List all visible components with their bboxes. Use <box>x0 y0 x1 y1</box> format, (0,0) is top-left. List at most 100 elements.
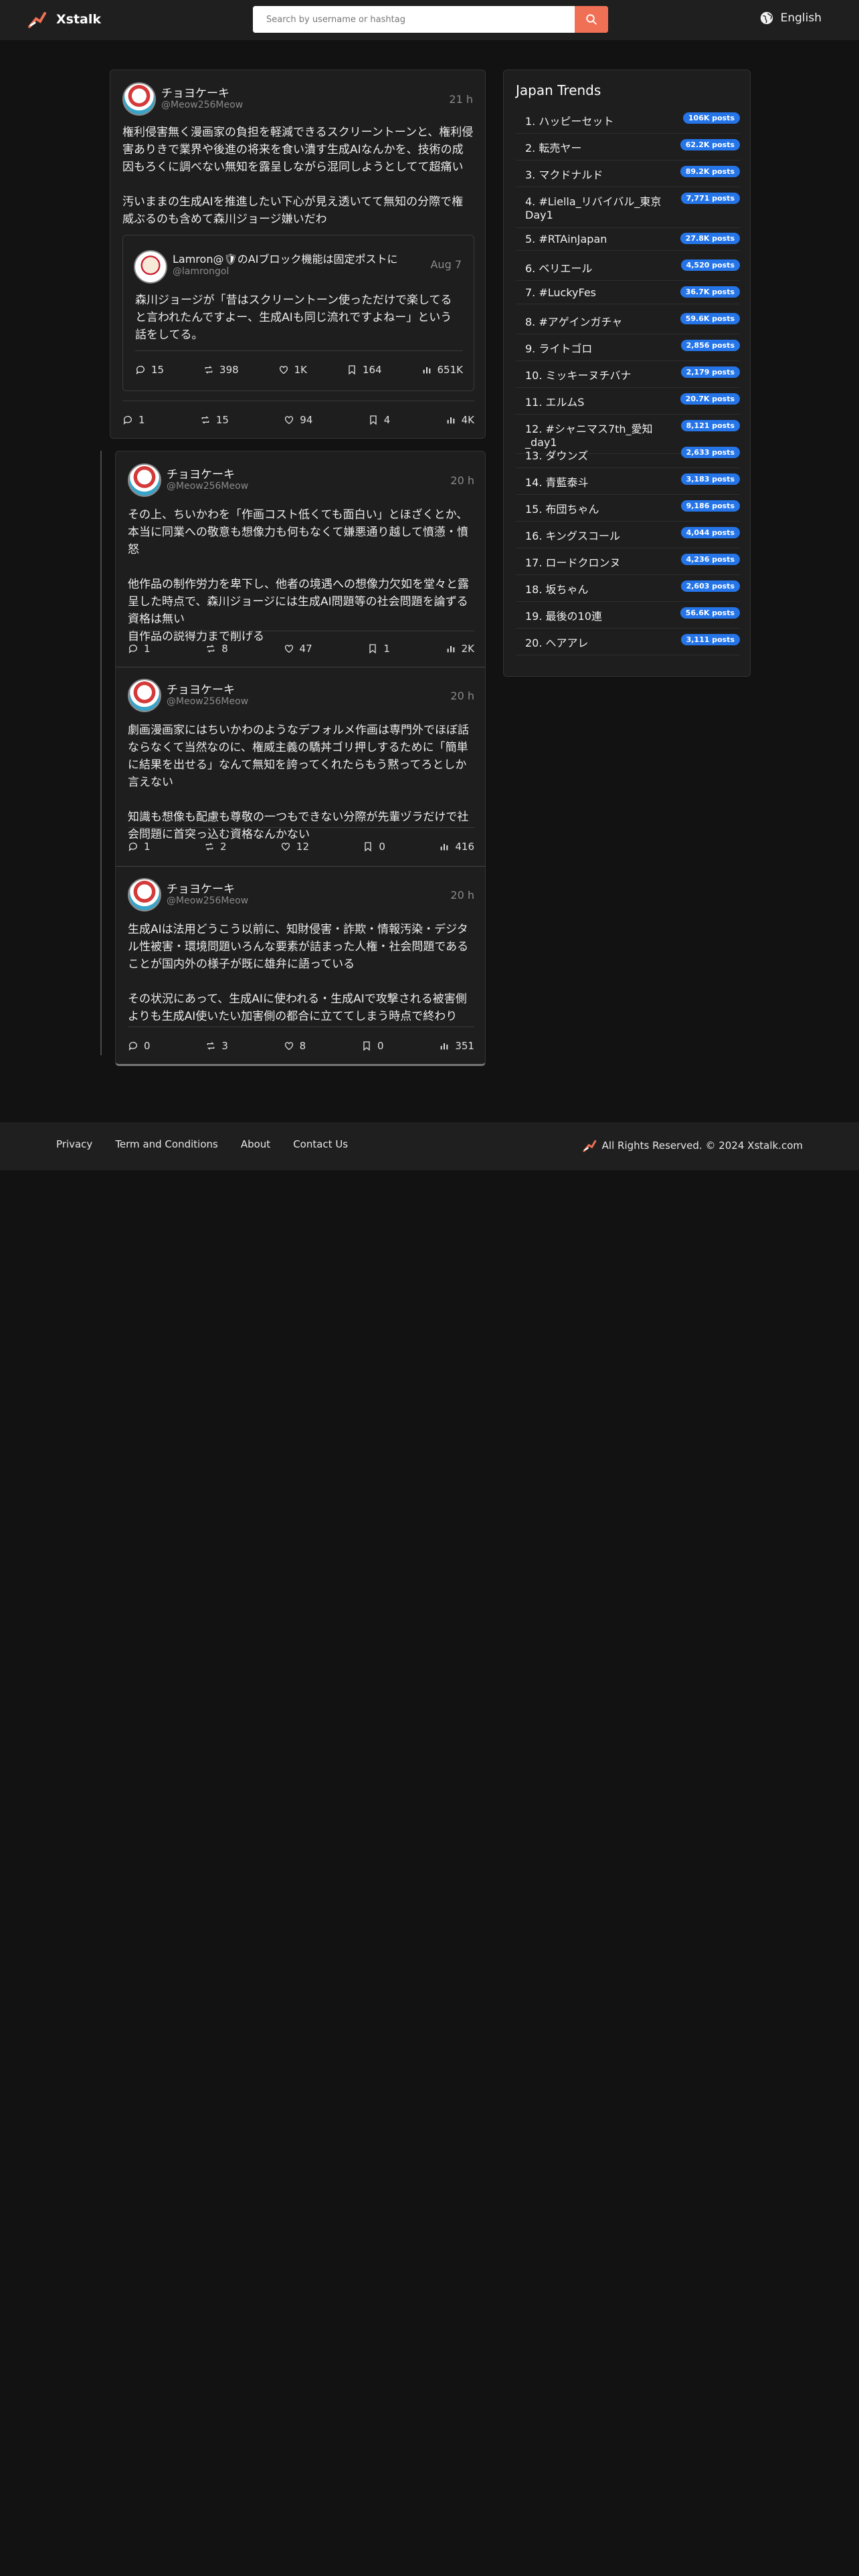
trend-item[interactable]: 6. ベリエール 4,520 posts <box>516 255 740 281</box>
trend-item[interactable]: 15. 布団ちゃん 9,186 posts <box>516 496 740 522</box>
trend-label: 16. キングスコール <box>525 530 621 542</box>
author-handle[interactable]: @Meow256Meow <box>167 696 248 707</box>
like-button[interactable]: 94 <box>284 414 312 426</box>
repost-icon <box>205 1041 216 1051</box>
thread-post[interactable]: チョヨケーキ @Meow256Meow 20 h 劇画漫画家にはちいかわのような… <box>116 667 486 867</box>
repost-button[interactable]: 2 <box>204 841 227 853</box>
reply-count: 1 <box>138 414 145 426</box>
like-button[interactable]: 12 <box>280 841 309 853</box>
trend-post-count-badge: 4,236 posts <box>680 554 740 565</box>
reply-count: 1 <box>144 841 151 853</box>
like-button[interactable]: 1K <box>278 364 307 376</box>
trend-label: 17. ロードクロンヌ <box>525 556 621 569</box>
heart-icon <box>280 841 291 852</box>
bookmark-count: 1 <box>383 643 390 655</box>
avatar[interactable] <box>128 463 161 497</box>
author-name[interactable]: チョヨケーキ <box>167 680 235 697</box>
like-button[interactable]: 47 <box>284 643 312 655</box>
trend-item[interactable]: 10. ミッキーヌチバナ 2,179 posts <box>516 362 740 388</box>
trend-item[interactable]: 19. 最後の10連 56.6K posts <box>516 603 740 629</box>
avatar[interactable] <box>134 250 167 284</box>
views-button[interactable]: 4K <box>446 414 474 426</box>
post-time: 20 h <box>450 474 474 487</box>
quoted-post[interactable]: Lamron@🛡のAIブロック機能は固定ポストに @lamrongol Aug … <box>122 235 474 391</box>
reply-button[interactable]: 1 <box>122 414 145 426</box>
views-button[interactable]: 651K <box>421 364 463 376</box>
views-button[interactable]: 2K <box>446 643 474 655</box>
trend-post-count-badge: 106K posts <box>682 112 740 124</box>
trend-item[interactable]: 11. エルムS 20.7K posts <box>516 389 740 415</box>
brand-name: Xstalk <box>56 12 102 27</box>
thread-post[interactable]: チョヨケーキ @Meow256Meow 20 h 生成AIは法用どうこう以前に、… <box>116 866 486 1064</box>
trend-item[interactable]: 9. ライトゴロ 2,856 posts <box>516 335 740 361</box>
reply-button[interactable]: 1 <box>128 841 151 853</box>
bookmark-button[interactable]: 1 <box>367 643 390 655</box>
bar-chart-icon <box>439 1041 450 1051</box>
trend-label: 14. 青藍泰斗 <box>525 476 589 489</box>
bookmark-button[interactable]: 0 <box>361 1040 384 1052</box>
bookmark-button[interactable]: 0 <box>363 841 385 853</box>
trend-item[interactable]: 20. ヘアアレ 3,111 posts <box>516 629 740 655</box>
avatar[interactable] <box>122 82 156 116</box>
quoted-author-handle[interactable]: @lamrongol <box>173 266 229 277</box>
bookmark-button[interactable]: 4 <box>368 414 390 426</box>
author-handle[interactable]: @Meow256Meow <box>161 100 243 110</box>
author-name[interactable]: チョヨケーキ <box>167 465 235 481</box>
brand-logo[interactable]: Xstalk <box>27 9 101 29</box>
trend-item[interactable]: 16. キングスコール 4,044 posts <box>516 522 740 548</box>
trend-post-count-badge: 89.2K posts <box>680 166 740 177</box>
repost-button[interactable]: 3 <box>205 1040 228 1052</box>
reply-button[interactable]: 1 <box>128 643 151 655</box>
thread-post[interactable]: チョヨケーキ @Meow256Meow 20 h その上、ちいかわを「作画コスト… <box>116 451 486 664</box>
reply-button[interactable]: 0 <box>128 1040 151 1052</box>
repost-button[interactable]: 398 <box>203 364 239 376</box>
author-handle[interactable]: @Meow256Meow <box>167 895 248 906</box>
footer-link-privacy[interactable]: Privacy <box>56 1138 92 1150</box>
author-name[interactable]: チョヨケーキ <box>161 84 229 100</box>
trend-label: 4. #Liella_リバイバル_東京Day1 <box>525 195 662 221</box>
views-button[interactable]: 351 <box>439 1040 474 1052</box>
bar-chart-icon <box>421 364 432 375</box>
reply-count: 1 <box>144 643 151 655</box>
trend-item[interactable]: 8. #アゲインガチャ 59.6K posts <box>516 308 740 334</box>
author-handle[interactable]: @Meow256Meow <box>167 481 248 492</box>
post-text: その上、ちいかわを「作画コスト低くても面白い」とほざくとか、本当に同業への敬意も… <box>128 508 469 643</box>
trend-item[interactable]: 1. ハッピーセット 106K posts <box>516 108 740 134</box>
search-button[interactable] <box>575 6 608 33</box>
footer-link-contact[interactable]: Contact Us <box>293 1138 348 1150</box>
trend-post-count-badge: 2,179 posts <box>680 366 740 378</box>
like-button[interactable]: 8 <box>284 1040 306 1052</box>
language-selector[interactable]: English <box>759 11 822 25</box>
trend-label: 7. #LuckyFes <box>525 286 596 299</box>
repost-button[interactable]: 15 <box>200 414 229 426</box>
trend-item[interactable]: 17. ロードクロンヌ 4,236 posts <box>516 549 740 575</box>
trend-post-count-badge: 2,633 posts <box>680 447 740 458</box>
trend-item[interactable]: 3. マクドナルド 89.2K posts <box>516 161 740 187</box>
trend-item[interactable]: 14. 青藍泰斗 3,183 posts <box>516 469 740 495</box>
trend-label: 15. 布団ちゃん <box>525 503 599 516</box>
post-text: 生成AIは法用どうこう以前に、知財侵害・詐欺・情報汚染・デジタル性被害・環境問題… <box>128 923 469 1023</box>
reply-icon <box>122 415 133 425</box>
trend-item[interactable]: 18. 坂ちゃん 2,603 posts <box>516 576 740 602</box>
divider <box>128 827 474 828</box>
avatar[interactable] <box>128 878 161 911</box>
bookmark-button[interactable]: 164 <box>347 364 382 376</box>
author-name[interactable]: チョヨケーキ <box>167 879 235 896</box>
post-actions: 1 15 94 4 4K <box>122 414 474 426</box>
copyright-text: All Rights Reserved. © 2024 Xstalk.com <box>601 1140 803 1152</box>
quoted-author-name[interactable]: Lamron@🛡のAIブロック機能は固定ポストに <box>173 250 397 266</box>
reply-button[interactable]: 15 <box>135 364 164 376</box>
search-input[interactable] <box>253 6 575 33</box>
avatar[interactable] <box>128 679 161 712</box>
trend-label: 8. #アゲインガチャ <box>525 316 623 328</box>
trend-item[interactable]: 2. 転売ヤー 62.2K posts <box>516 134 740 160</box>
trend-item[interactable]: 7. #LuckyFes 36.7K posts <box>516 282 740 304</box>
footer-link-terms[interactable]: Term and Conditions <box>115 1138 218 1150</box>
footer-link-about[interactable]: About <box>241 1138 270 1150</box>
trend-item[interactable]: 13. ダウンズ 2,633 posts <box>516 442 740 468</box>
trend-item[interactable]: 4. #Liella_リバイバル_東京Day1 7,771 posts <box>516 188 740 228</box>
views-button[interactable]: 416 <box>439 841 474 853</box>
repost-button[interactable]: 8 <box>205 643 228 655</box>
repost-icon <box>200 415 211 425</box>
trend-item[interactable]: 5. #RTAinJapan 27.8K posts <box>516 228 740 251</box>
